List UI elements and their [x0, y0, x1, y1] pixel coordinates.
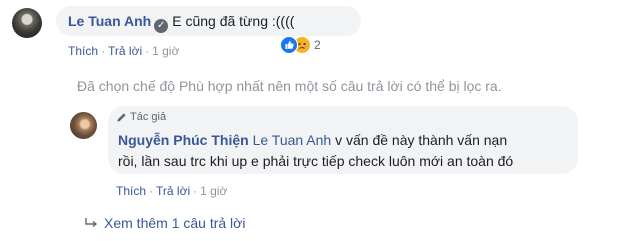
- filter-notice: Đã chọn chế độ Phù hợp nhất nên một số c…: [77, 78, 502, 94]
- reactions-summary[interactable]: 2: [280, 35, 321, 55]
- replier-avatar[interactable]: [70, 112, 97, 139]
- reply-arrow-icon: [85, 218, 98, 228]
- comment-text: E cũng đã từng :((((: [172, 13, 295, 29]
- like-link[interactable]: Thích: [68, 44, 98, 58]
- reply-text-line2: rồi, lần sau trc khi up e phải trực tiếp…: [118, 153, 514, 169]
- comment-bubble: Le Tuan Anh ✓ E cũng đã từng :((((: [56, 6, 361, 36]
- like-icon: [280, 36, 298, 54]
- separator-dot: ·: [149, 184, 154, 198]
- commenter-avatar[interactable]: [12, 8, 42, 38]
- replier-name[interactable]: Nguyễn Phúc Thiện: [118, 132, 249, 148]
- reply-bubble: Tác giả Nguyễn Phúc Thiện Le Tuan Anh v …: [108, 106, 578, 174]
- comment-actions: Thích · Trả lời · 1 giờ: [68, 44, 179, 58]
- reaction-count: 2: [314, 38, 321, 52]
- commenter-name[interactable]: Le Tuan Anh: [68, 13, 151, 29]
- separator-dot: ·: [145, 44, 150, 58]
- more-replies-label[interactable]: Xem thêm 1 câu trả lời: [104, 215, 245, 231]
- reply-timestamp[interactable]: 1 giờ: [200, 184, 227, 198]
- reply-link[interactable]: Trả lời: [156, 184, 190, 198]
- reply-actions: Thích · Trả lời · 1 giờ: [116, 184, 227, 198]
- separator-dot: ·: [193, 184, 198, 198]
- author-badge: Tác giả: [116, 111, 166, 123]
- more-replies-link[interactable]: Xem thêm 1 câu trả lời: [84, 215, 245, 231]
- reply-link[interactable]: Trả lời: [108, 44, 142, 58]
- verified-icon: ✓: [154, 19, 169, 33]
- comment-timestamp[interactable]: 1 giờ: [152, 44, 179, 58]
- pencil-icon: [117, 112, 126, 122]
- like-link[interactable]: Thích: [116, 184, 146, 198]
- mention-link[interactable]: Le Tuan Anh: [253, 132, 332, 148]
- separator-dot: ·: [101, 44, 106, 58]
- reply-text-line1: v vấn đề này thành vấn nạn: [335, 132, 508, 148]
- author-badge-label: Tác giả: [130, 111, 167, 123]
